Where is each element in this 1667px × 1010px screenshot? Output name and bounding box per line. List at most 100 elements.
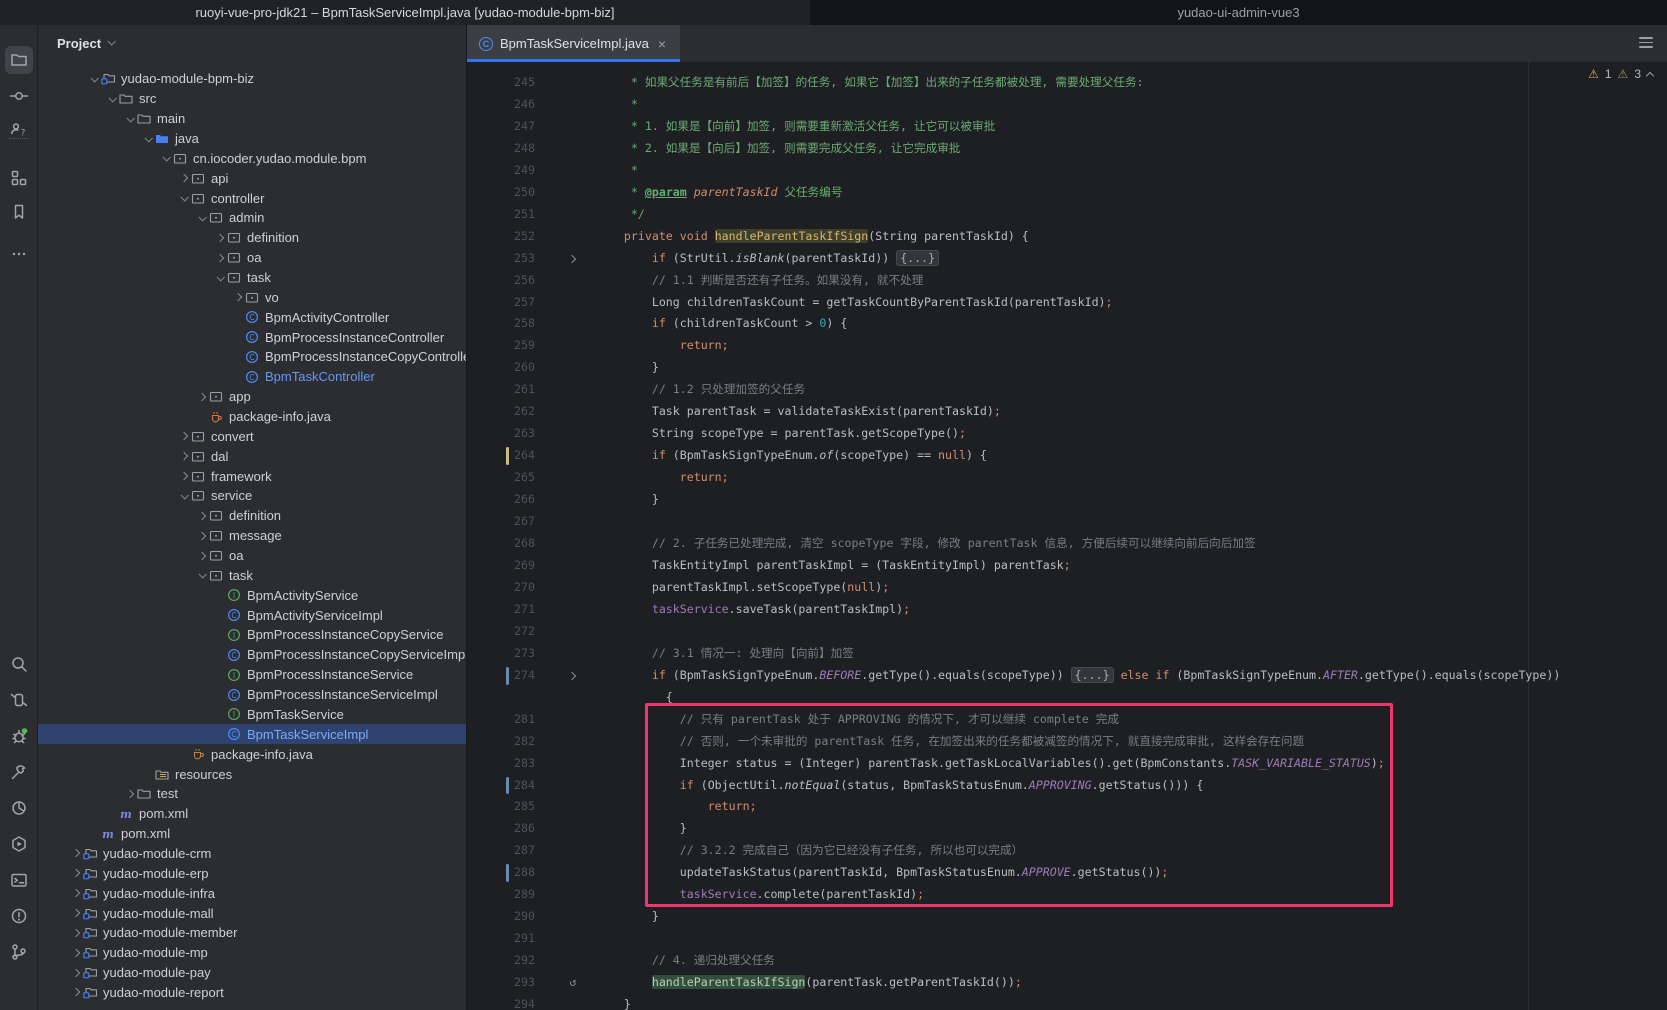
tree-item-yudao-module-report[interactable]: yudao-module-report bbox=[38, 983, 466, 1003]
tree-item-resources[interactable]: resources bbox=[38, 764, 466, 784]
tree-item-yudao-module-mall[interactable]: yudao-module-mall bbox=[38, 903, 466, 923]
tree-item-yudao-module-crm[interactable]: yudao-module-crm bbox=[38, 844, 466, 864]
tree-item-admin[interactable]: admin bbox=[38, 208, 466, 228]
chevron-right-icon[interactable] bbox=[176, 171, 191, 185]
tree-item-package-info-java[interactable]: package-info.java bbox=[38, 407, 466, 427]
editor-body[interactable]: 245 * 如果父任务是有前后【加签】的任务, 如果它【加签】出来的子任务都被处… bbox=[467, 62, 1667, 1010]
tree-item-src[interactable]: src bbox=[38, 89, 466, 109]
chevron-right-icon[interactable] bbox=[212, 231, 227, 245]
project-folder-icon[interactable] bbox=[5, 46, 33, 74]
chevron-down-icon[interactable] bbox=[104, 92, 119, 106]
chevron-right-icon[interactable] bbox=[68, 866, 83, 880]
tree-item-definition[interactable]: definition bbox=[38, 228, 466, 248]
chevron-right-icon[interactable] bbox=[122, 787, 137, 801]
chevron-down-icon[interactable] bbox=[176, 191, 191, 205]
project-tree[interactable]: yudao-module-bpm-bizsrcmainjavacn.iocode… bbox=[38, 62, 466, 1010]
tree-item-framework[interactable]: framework bbox=[38, 466, 466, 486]
chevron-down-icon[interactable] bbox=[122, 112, 137, 126]
debug-icon[interactable] bbox=[5, 722, 33, 750]
bookmarks-icon[interactable] bbox=[5, 198, 33, 226]
pull-requests-icon[interactable]: ? bbox=[5, 116, 33, 144]
tree-item-app[interactable]: app bbox=[38, 387, 466, 407]
chevron-right-icon[interactable] bbox=[68, 966, 83, 980]
recursive-call-icon[interactable]: ↺ bbox=[561, 972, 585, 994]
structure-icon[interactable] bbox=[5, 164, 33, 192]
fold-chevron-icon[interactable] bbox=[568, 671, 576, 679]
tree-item-dal[interactable]: dal bbox=[38, 446, 466, 466]
chevron-right-icon[interactable] bbox=[194, 390, 209, 404]
services-icon[interactable] bbox=[5, 686, 33, 714]
chevron-right-icon[interactable] bbox=[176, 469, 191, 483]
tree-item-bpmactivitycontroller[interactable]: CBpmActivityController bbox=[38, 307, 466, 327]
commit-icon[interactable] bbox=[5, 82, 33, 110]
tree-item-controller[interactable]: controller bbox=[38, 188, 466, 208]
chevron-down-icon[interactable] bbox=[194, 211, 209, 225]
build-icon[interactable] bbox=[5, 758, 33, 786]
fold-chevron-icon[interactable] bbox=[568, 254, 576, 262]
chevron-right-icon[interactable] bbox=[194, 549, 209, 563]
tree-item-yudao-module-mp[interactable]: yudao-module-mp bbox=[38, 943, 466, 963]
chevron-down-icon[interactable] bbox=[158, 151, 173, 165]
chevron-down-icon[interactable] bbox=[140, 132, 155, 146]
chevron-down-icon[interactable] bbox=[212, 271, 227, 285]
tree-item-pom-xml[interactable]: mpom.xml bbox=[38, 824, 466, 844]
tree-item-pom-xml[interactable]: mpom.xml bbox=[38, 804, 466, 824]
tree-item-oa[interactable]: oa bbox=[38, 546, 466, 566]
tree-item-bpmtaskservice[interactable]: IBpmTaskService bbox=[38, 705, 466, 725]
search-icon[interactable] bbox=[5, 650, 33, 678]
tree-item-yudao-module-infra[interactable]: yudao-module-infra bbox=[38, 883, 466, 903]
chevron-right-icon[interactable] bbox=[212, 251, 227, 265]
tree-item-bpmactivityservice[interactable]: IBpmActivityService bbox=[38, 585, 466, 605]
chevron-right-icon[interactable] bbox=[68, 886, 83, 900]
tab-bpmtaskserviceimpl[interactable]: C BpmTaskServiceImpl.java × bbox=[467, 25, 680, 62]
tree-item-bpmtaskcontroller[interactable]: CBpmTaskController bbox=[38, 367, 466, 387]
profiler-icon[interactable] bbox=[5, 794, 33, 822]
chevron-down-icon[interactable] bbox=[194, 568, 209, 582]
tree-item-yudao-module-pay[interactable]: yudao-module-pay bbox=[38, 963, 466, 983]
tree-item-yudao-module-member[interactable]: yudao-module-member bbox=[38, 923, 466, 943]
problems-icon[interactable] bbox=[5, 902, 33, 930]
tree-item-package-info-java[interactable]: package-info.java bbox=[38, 744, 466, 764]
tree-item-java[interactable]: java bbox=[38, 129, 466, 149]
run-icon[interactable] bbox=[5, 830, 33, 858]
tree-item-bpmprocessinstanceserviceimpl[interactable]: CBpmProcessInstanceServiceImpl bbox=[38, 685, 466, 705]
chevron-right-icon[interactable] bbox=[68, 926, 83, 940]
chevron-right-icon[interactable] bbox=[194, 529, 209, 543]
chevron-right-icon[interactable] bbox=[68, 946, 83, 960]
chevron-right-icon[interactable] bbox=[230, 290, 245, 304]
project-panel-header[interactable]: Project bbox=[38, 25, 466, 62]
chevron-down-icon[interactable] bbox=[86, 72, 101, 86]
more-icon[interactable] bbox=[5, 240, 33, 268]
tree-item-message[interactable]: message bbox=[38, 526, 466, 546]
tree-item-bpmprocessinstancecopyservice[interactable]: IBpmProcessInstanceCopyService bbox=[38, 625, 466, 645]
tree-item-convert[interactable]: convert bbox=[38, 426, 466, 446]
chevron-right-icon[interactable] bbox=[68, 906, 83, 920]
tree-item-bpmprocessinstancecopycontroller[interactable]: CBpmProcessInstanceCopyController bbox=[38, 347, 466, 367]
chevron-right-icon[interactable] bbox=[68, 846, 83, 860]
tree-item-task[interactable]: task bbox=[38, 268, 466, 288]
tree-item-definition[interactable]: definition bbox=[38, 506, 466, 526]
tree-item-cn-iocoder-yudao-module-bpm[interactable]: cn.iocoder.yudao.module.bpm bbox=[38, 148, 466, 168]
chevron-right-icon[interactable] bbox=[194, 509, 209, 523]
terminal-icon[interactable] bbox=[5, 866, 33, 894]
tree-item-api[interactable]: api bbox=[38, 168, 466, 188]
tree-item-bpmprocessinstancecontroller[interactable]: CBpmProcessInstanceController bbox=[38, 327, 466, 347]
tree-item-service[interactable]: service bbox=[38, 486, 466, 506]
tab-options-menu-icon[interactable] bbox=[1639, 37, 1653, 48]
tree-item-bpmtaskserviceimpl[interactable]: CBpmTaskServiceImpl bbox=[38, 724, 466, 744]
git-branch-icon[interactable] bbox=[5, 938, 33, 966]
tree-item-vo[interactable]: vo bbox=[38, 287, 466, 307]
chevron-right-icon[interactable] bbox=[176, 429, 191, 443]
tree-item-test[interactable]: test bbox=[38, 784, 466, 804]
chevron-down-icon[interactable] bbox=[108, 37, 116, 45]
close-icon[interactable]: × bbox=[658, 36, 666, 52]
tree-item-task[interactable]: task bbox=[38, 565, 466, 585]
tree-item-yudao-module-erp[interactable]: yudao-module-erp bbox=[38, 863, 466, 883]
tree-item-oa[interactable]: oa bbox=[38, 248, 466, 268]
chevron-down-icon[interactable] bbox=[176, 489, 191, 503]
chevron-right-icon[interactable] bbox=[68, 985, 83, 999]
tree-item-main[interactable]: main bbox=[38, 109, 466, 129]
tree-item-yudao-module-bpm-biz[interactable]: yudao-module-bpm-biz bbox=[38, 69, 466, 89]
chevron-right-icon[interactable] bbox=[176, 449, 191, 463]
tree-item-bpmprocessinstancecopyserviceimpl[interactable]: CBpmProcessInstanceCopyServiceImpl bbox=[38, 645, 466, 665]
